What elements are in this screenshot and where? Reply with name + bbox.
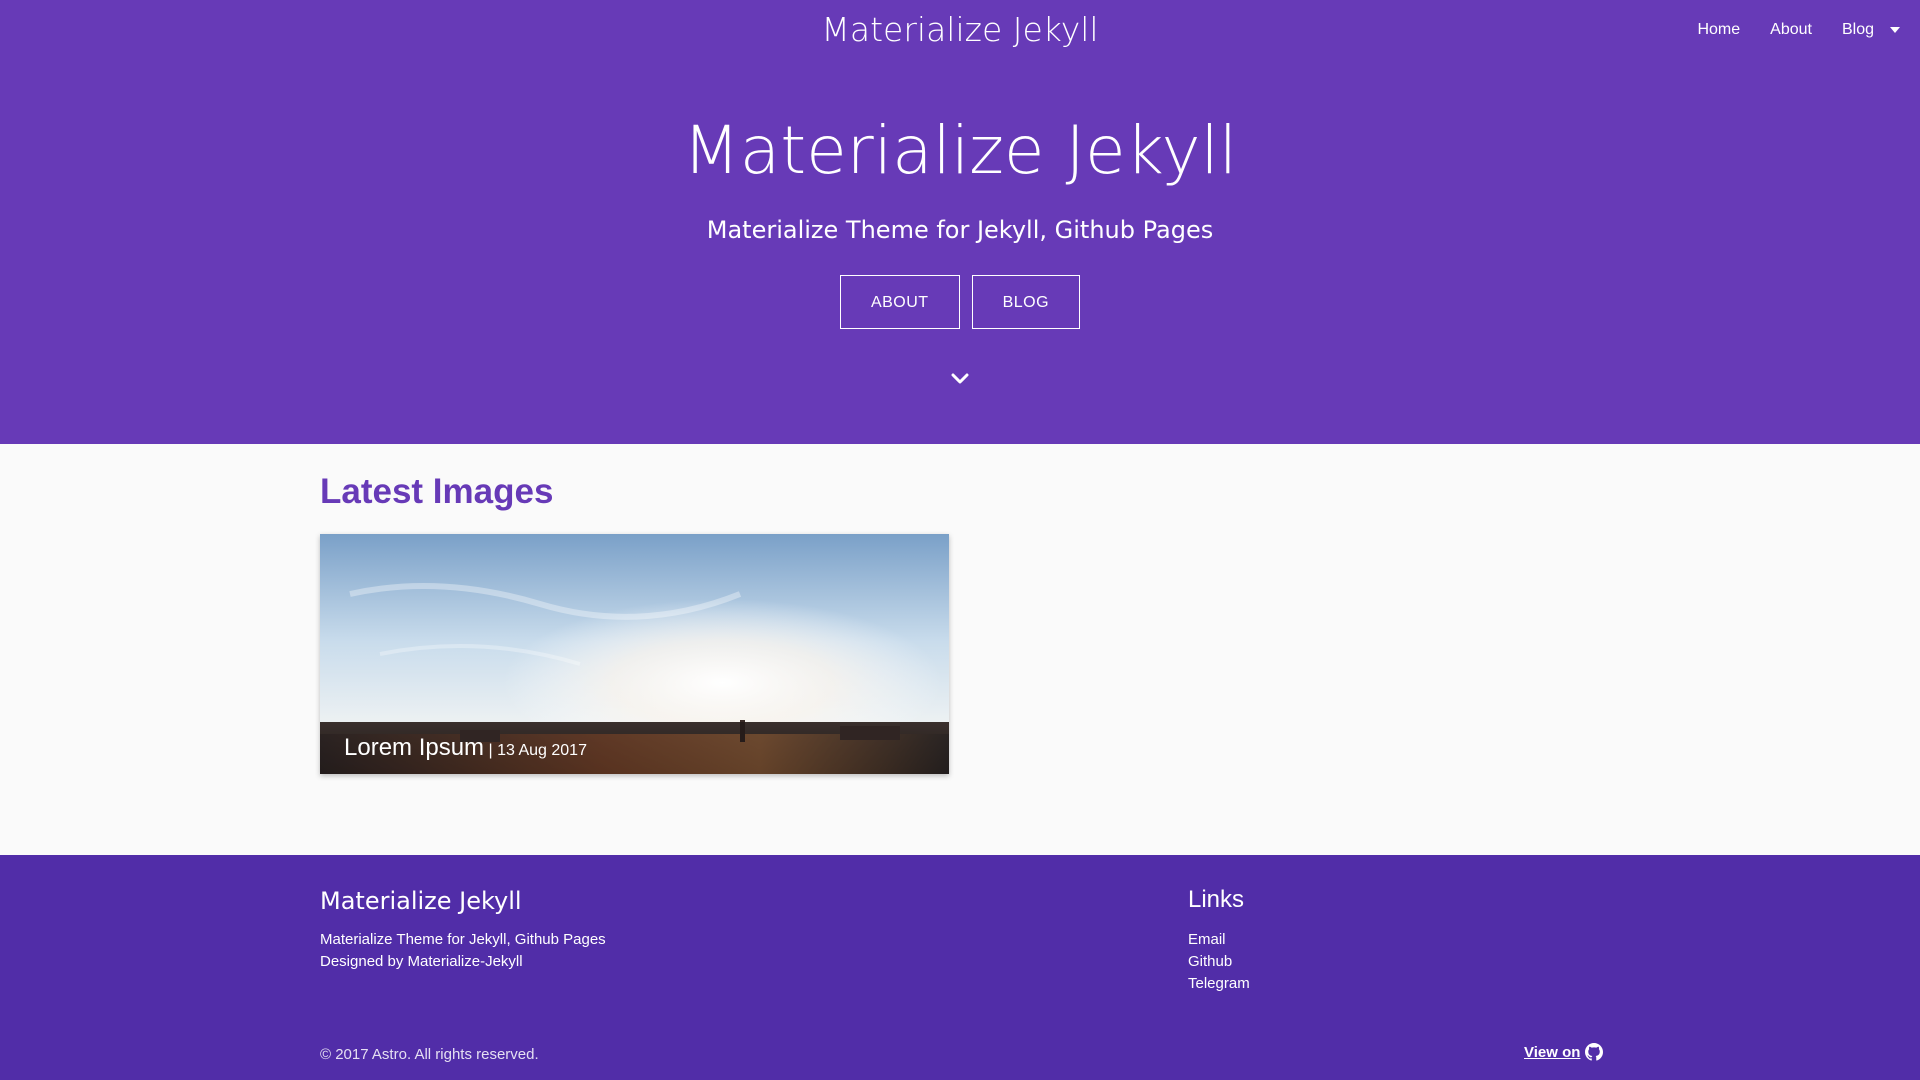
top-nav: Home About Blog <box>1667 21 1900 39</box>
about-button[interactable]: ABOUT <box>839 275 960 329</box>
hero-subtitle: Materialize Theme for Jekyll, Github Pag… <box>706 216 1214 244</box>
footer-link-github[interactable]: Github <box>1188 953 1232 970</box>
nav-brand[interactable]: Materialize Jekyll <box>0 10 1920 49</box>
view-on-label: View on <box>1524 1043 1581 1061</box>
image-card[interactable]: Lorem Ipsum | 13 Aug 2017 <box>320 534 949 774</box>
card-date-separator: | <box>484 742 498 759</box>
footer-tagline: Materialize Theme for Jekyll, Github Pag… <box>320 931 606 948</box>
hero-section: Materialize Jekyll Home About Blog Mater… <box>0 0 1920 444</box>
copyright: © 2017 Astro. All rights reserved. <box>320 1046 539 1063</box>
hero-title: Materialize Jekyll <box>682 112 1238 189</box>
section-title: Latest Images <box>320 472 554 511</box>
nav-item-about[interactable]: About <box>1770 21 1812 39</box>
footer: Materialize Jekyll Materialize Theme for… <box>0 855 1920 1080</box>
card-caption: Lorem Ipsum | 13 Aug 2017 <box>344 734 587 762</box>
github-icon <box>1585 1043 1604 1061</box>
footer-link-email[interactable]: Email <box>1188 931 1226 948</box>
caret-down-icon[interactable] <box>1890 27 1900 33</box>
blog-button[interactable]: BLOG <box>971 275 1081 329</box>
footer-title: Materialize Jekyll <box>320 887 522 915</box>
footer-credit: Designed by Materialize-Jekyll <box>320 953 523 970</box>
nav-item-home[interactable]: Home <box>1697 21 1740 39</box>
card-date: 13 Aug 2017 <box>497 742 587 759</box>
footer-links-title: Links <box>1188 886 1245 913</box>
footer-link-telegram[interactable]: Telegram <box>1188 975 1250 992</box>
hero-buttons: ABOUT BLOG <box>0 275 1920 329</box>
card-title: Lorem Ipsum <box>344 734 485 761</box>
nav-item-blog[interactable]: Blog <box>1842 21 1874 39</box>
chevron-down-icon[interactable] <box>951 370 969 388</box>
view-on-github-link[interactable]: View on <box>1524 1043 1604 1061</box>
